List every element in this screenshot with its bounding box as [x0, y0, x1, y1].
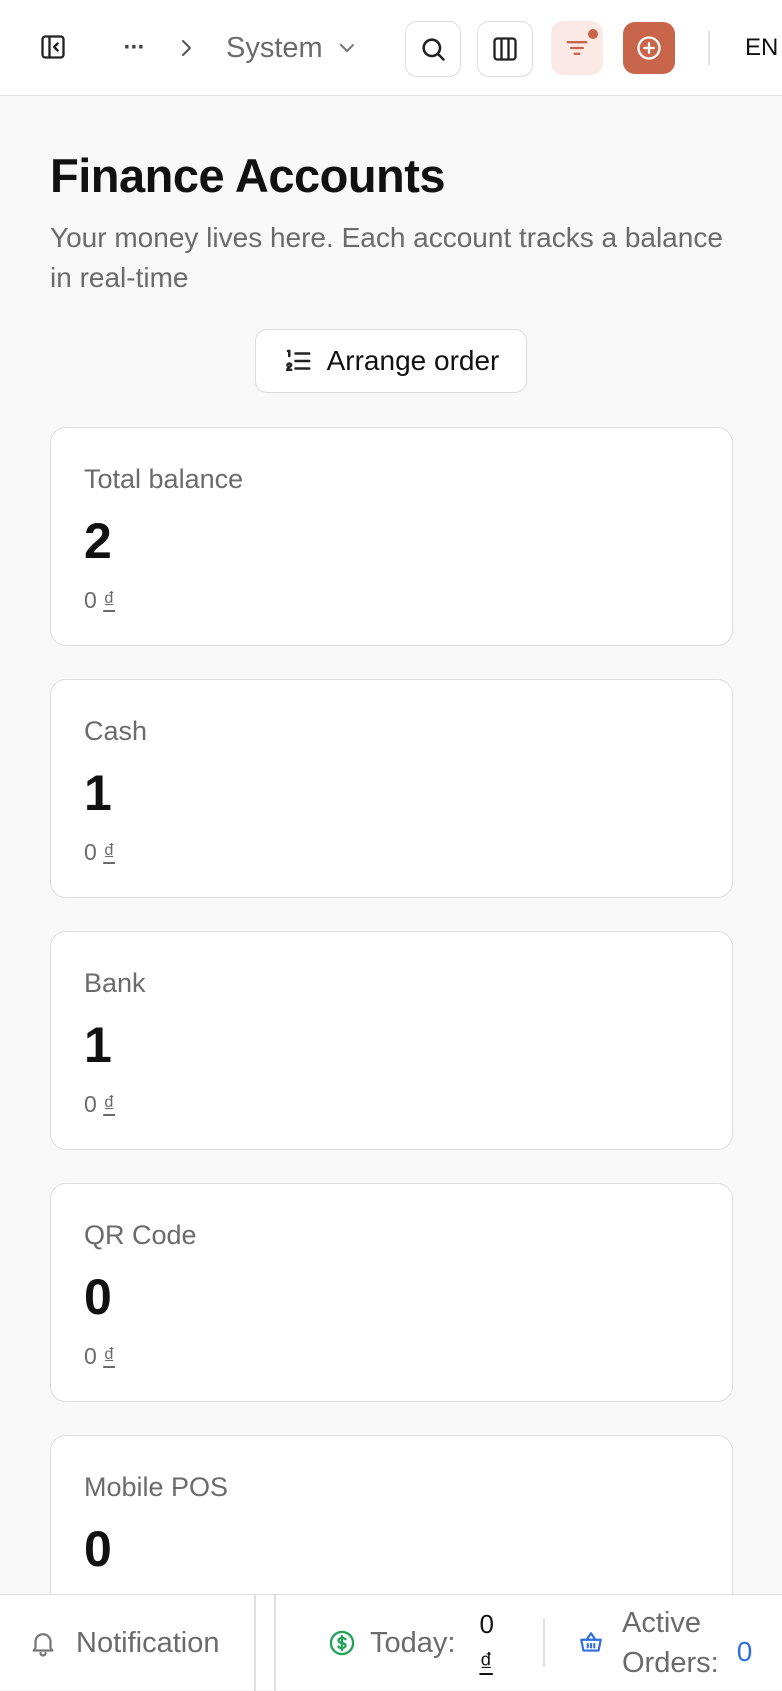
footer-divider: [274, 1595, 276, 1691]
language-switch[interactable]: EN: [745, 30, 778, 66]
more-icon: ···: [123, 34, 146, 61]
amount-value: 0: [84, 839, 97, 865]
currency-symbol: ₫: [103, 1091, 115, 1117]
card-count: 2: [84, 513, 112, 569]
card-count: 0: [84, 1269, 112, 1325]
card-count: 1: [84, 765, 112, 821]
search-icon: [422, 38, 445, 61]
notification-button[interactable]: Notification: [28, 1619, 219, 1667]
footer-divider: [543, 1619, 545, 1667]
card-label: Cash: [84, 716, 148, 746]
basket-icon: [580, 1632, 602, 1652]
card-amount: 0 ₫: [84, 1343, 115, 1370]
today-label: Today:: [370, 1626, 456, 1659]
columns-button[interactable]: [477, 21, 533, 77]
add-button[interactable]: [623, 22, 675, 74]
active-orders-value: 0: [736, 1636, 753, 1667]
account-card-cash[interactable]: Cash 1 0 ₫: [50, 679, 733, 898]
today-currency: ₫: [479, 1647, 493, 1677]
active-orders-label: Active Orders:: [622, 1607, 719, 1679]
columns-icon: [493, 37, 517, 61]
card-amount: 0 ₫: [84, 587, 115, 614]
currency-symbol: ₫: [103, 1343, 115, 1369]
plus-circle-icon: [637, 36, 661, 60]
card-label: Bank: [84, 968, 146, 998]
search-button[interactable]: [405, 21, 461, 77]
card-label: Total balance: [84, 464, 244, 494]
card-label: Mobile POS: [84, 1472, 229, 1502]
active-orders[interactable]: Active Orders: 0: [578, 1601, 752, 1685]
amount-value: 0: [84, 1343, 97, 1369]
arrange-order-button[interactable]: Arrange order: [255, 329, 527, 393]
today-revenue: Today: 0 ₫: [328, 1603, 494, 1683]
account-card-qr-code[interactable]: QR Code 0 0 ₫: [50, 1183, 733, 1402]
sidebar-toggle-button[interactable]: [32, 26, 74, 68]
breadcrumb-separator: [172, 34, 200, 62]
notification-label: Notification: [76, 1626, 220, 1659]
account-card-bank[interactable]: Bank 1 0 ₫: [50, 931, 733, 1150]
filter-active-dot: [586, 27, 600, 41]
account-card-total-balance[interactable]: Total balance 2 0 ₫: [50, 427, 733, 646]
page-title: Finance Accounts: [50, 149, 446, 202]
filter-button[interactable]: [551, 21, 603, 75]
card-label: QR Code: [84, 1220, 197, 1250]
card-amount: 0 ₫: [84, 1091, 115, 1118]
language-label: EN: [745, 34, 779, 61]
card-count: 1: [84, 1017, 112, 1073]
topbar-divider: [708, 31, 710, 65]
currency-symbol: ₫: [103, 587, 115, 613]
footer-divider: [254, 1595, 256, 1691]
ordered-list-icon: [285, 349, 311, 371]
currency-symbol: ₫: [103, 839, 115, 865]
page-subtitle: Your money lives here. Each account trac…: [50, 222, 723, 293]
today-amount: 0 ₫: [479, 1605, 493, 1681]
bottom-status-bar: Notification Today: 0 ₫ Active Orders: 0: [0, 1594, 782, 1691]
card-count: 0: [84, 1521, 112, 1577]
chevron-right-icon: [182, 40, 191, 56]
today-value: 0: [479, 1609, 494, 1639]
amount-value: 0: [84, 587, 97, 613]
sidebar-toggle-icon: [41, 35, 65, 59]
breadcrumb-current[interactable]: System: [226, 26, 359, 70]
amount-value: 0: [84, 1091, 97, 1117]
arrange-order-label: Arrange order: [326, 345, 500, 376]
breadcrumb-current-label: System: [226, 31, 323, 64]
breadcrumb-more-button[interactable]: ···: [116, 30, 152, 66]
top-bar: ··· System EN: [0, 0, 782, 96]
dollar-circle-icon: [329, 1630, 355, 1656]
chevron-down-icon: [339, 44, 354, 52]
bell-icon: [32, 1633, 54, 1657]
card-amount: 0 ₫: [84, 839, 115, 866]
